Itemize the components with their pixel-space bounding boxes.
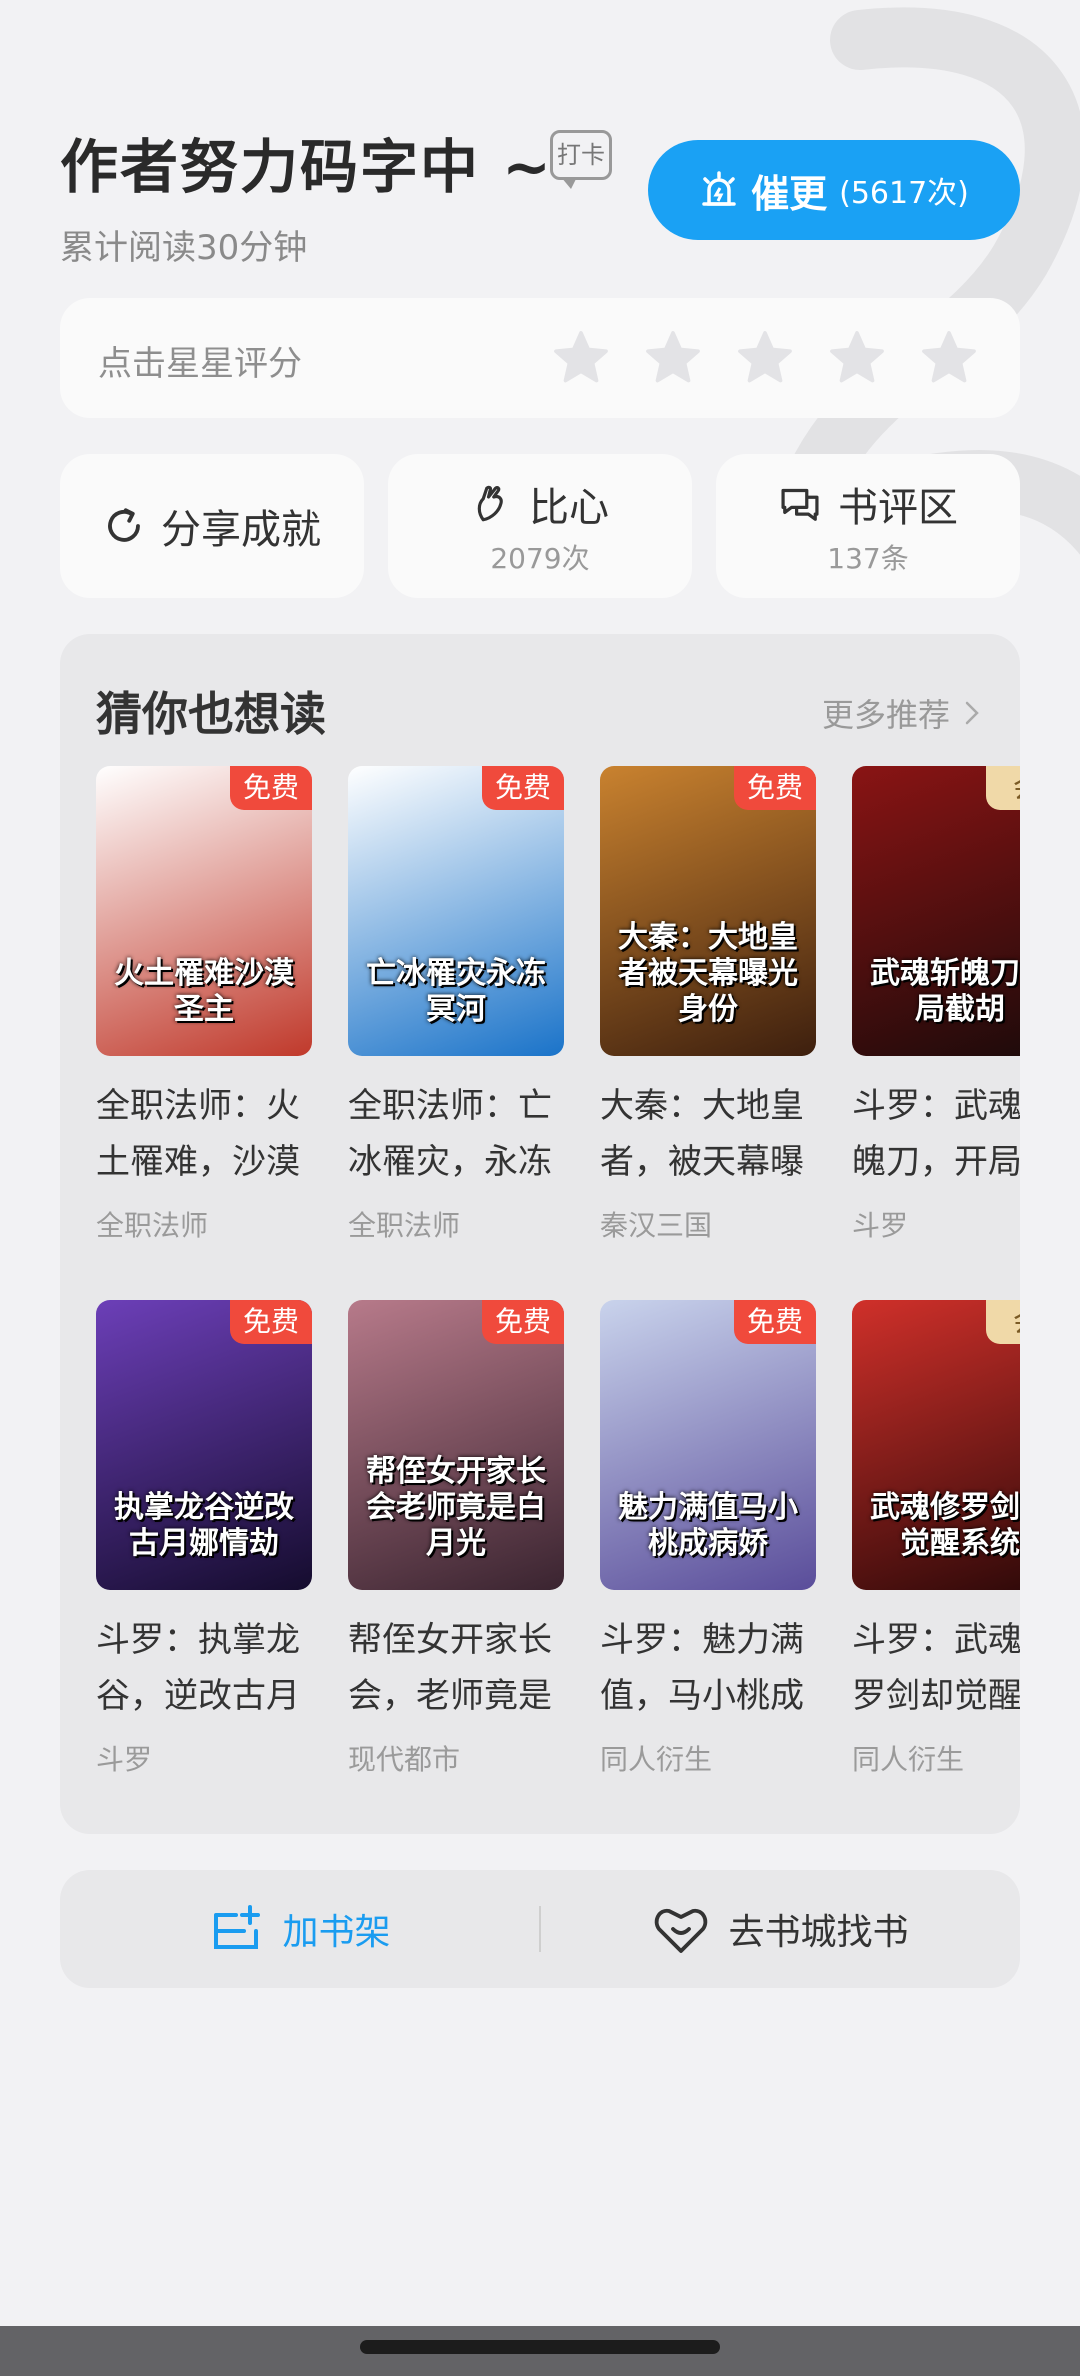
read-time-text: 累计阅读30分钟 — [60, 228, 308, 268]
member-badge: 会 — [986, 1300, 1020, 1344]
cover-title-art: 魅力满值马小桃成病娇 — [618, 1490, 798, 1561]
cover-title-art: 亡冰罹灾永冻冥河 — [366, 956, 546, 1027]
book-title: 全职法师：亡冰罹灾，永冻 — [348, 1086, 552, 1182]
book-title: 斗罗：魅力满值，马小桃成 — [600, 1620, 804, 1716]
page-title: 作者努力码字中 ~ — [60, 133, 553, 201]
book-cover: 武魂斩魄刀开局截胡 会 — [852, 766, 1020, 1056]
book-card[interactable]: 执掌龙谷逆改古月娜情劫 免费 斗罗：执掌龙谷，逆改古月 斗罗 — [96, 1300, 312, 1834]
book-cover: 帮侄女开家长会老师竟是白月光 免费 — [348, 1300, 564, 1590]
go-bookstore-label: 去书城找书 — [728, 1912, 909, 1953]
cover-title-art: 执掌龙谷逆改古月娜情劫 — [114, 1490, 294, 1561]
book-card[interactable]: 大秦：大地皇者被天幕曝光身份 免费 大秦：大地皇者，被天幕曝 秦汉三国 — [600, 766, 816, 1300]
star-icon-4[interactable] — [826, 328, 888, 388]
free-badge: 免费 — [230, 1300, 312, 1344]
book-category: 全职法师 — [96, 1209, 209, 1242]
checkin-tag[interactable]: 打卡 — [550, 130, 612, 189]
book-title: 斗罗：执掌龙谷，逆改古月 — [96, 1620, 300, 1716]
cover-title-art: 武魂修罗剑却觉醒系统 — [870, 1490, 1020, 1561]
member-badge: 会 — [986, 766, 1020, 810]
review-count: 137条 — [827, 542, 909, 575]
book-cover: 火土罹难沙漠圣主 免费 — [96, 766, 312, 1056]
star-rating — [550, 328, 980, 388]
book-category: 斗罗 — [96, 1743, 153, 1776]
book-title: 全职法师：火土罹难，沙漠 — [96, 1086, 300, 1182]
action-cards: 分享成就 比心 2079次 书评区 137条 — [60, 454, 1020, 598]
recommendation-title: 猜你也想读 — [96, 687, 326, 741]
book-row: 执掌龙谷逆改古月娜情劫 免费 斗罗：执掌龙谷，逆改古月 斗罗 帮侄女开家长会老师… — [96, 1300, 1020, 1834]
book-card[interactable]: 帮侄女开家长会老师竟是白月光 免费 帮侄女开家长会，老师竟是 现代都市 — [348, 1300, 564, 1834]
cover-title-art: 帮侄女开家长会老师竟是白月光 — [366, 1454, 546, 1561]
refresh-share-icon — [108, 508, 140, 542]
book-cover: 魅力满值马小桃成病娇 免费 — [600, 1300, 816, 1590]
review-area-button[interactable]: 书评区 137条 — [716, 454, 1020, 598]
add-shelf-icon — [214, 1905, 261, 1949]
star-icon-3[interactable] — [734, 328, 796, 388]
book-title: 帮侄女开家长会，老师竟是 — [348, 1620, 552, 1716]
star-icon-5[interactable] — [918, 328, 980, 388]
cover-title-art: 火土罹难沙漠圣主 — [114, 956, 294, 1027]
urge-count: (5617次) — [839, 176, 969, 211]
book-category: 秦汉三国 — [600, 1209, 713, 1242]
share-achievement-button[interactable]: 分享成就 — [60, 454, 364, 598]
book-card[interactable]: 火土罹难沙漠圣主 免费 全职法师：火土罹难，沙漠 全职法师 — [96, 766, 312, 1300]
book-category: 同人衍生 — [600, 1743, 713, 1776]
urge-label: 催更 — [751, 171, 828, 216]
heart-count: 2079次 — [490, 542, 590, 575]
book-card[interactable]: 亡冰罹灾永冻冥河 免费 全职法师：亡冰罹灾，永冻 全职法师 — [348, 766, 564, 1300]
book-card[interactable]: 武魂斩魄刀开局截胡 会 斗罗：武魂斩魄刀，开局 斗罗 — [852, 766, 1020, 1300]
book-category: 全职法师 — [348, 1209, 461, 1242]
bottom-action-bar: 加书架 去书城找书 — [60, 1870, 1020, 1988]
recommendation-section: 猜你也想读 更多推荐 火土罹难沙漠圣主 免费 全职法师：火土罹难，沙漠 全职法师… — [60, 634, 1020, 1834]
add-shelf-label: 加书架 — [282, 1912, 391, 1953]
book-cover: 亡冰罹灾永冻冥河 免费 — [348, 766, 564, 1056]
star-icon-1[interactable] — [550, 328, 612, 388]
book-card[interactable]: 武魂修罗剑却觉醒系统 会 斗罗：武魂修罗剑却觉醒 同人衍生 — [852, 1300, 1020, 1834]
free-badge: 免费 — [230, 766, 312, 810]
comment-icon — [781, 488, 819, 521]
chevron-right-icon — [965, 701, 979, 725]
book-cover: 执掌龙谷逆改古月娜情劫 免费 — [96, 1300, 312, 1590]
book-grid: 火土罹难沙漠圣主 免费 全职法师：火土罹难，沙漠 全职法师 亡冰罹灾永冻冥河 免… — [96, 766, 1020, 1834]
book-category: 同人衍生 — [852, 1743, 965, 1776]
more-recommend-link[interactable]: 更多推荐 — [822, 690, 980, 736]
book-title: 大秦：大地皇者，被天幕曝 — [600, 1086, 804, 1182]
free-badge: 免费 — [734, 766, 816, 810]
alarm-icon — [702, 171, 736, 206]
free-badge: 免费 — [482, 766, 564, 810]
book-row: 火土罹难沙漠圣主 免费 全职法师：火土罹难，沙漠 全职法师 亡冰罹灾永冻冥河 免… — [96, 766, 1020, 1300]
urge-update-button[interactable]: 催更 (5617次) — [648, 140, 1020, 240]
book-category: 现代都市 — [348, 1743, 461, 1776]
book-cover: 大秦：大地皇者被天幕曝光身份 免费 — [600, 766, 816, 1056]
free-badge: 免费 — [734, 1300, 816, 1344]
book-title: 斗罗：武魂修罗剑却觉醒 — [852, 1620, 1020, 1716]
free-badge: 免费 — [482, 1300, 564, 1344]
more-recommend-label: 更多推荐 — [821, 696, 950, 734]
add-to-shelf-button[interactable]: 加书架 — [60, 1903, 539, 1955]
book-card[interactable]: 魅力满值马小桃成病娇 免费 斗罗：魅力满值，马小桃成 同人衍生 — [600, 1300, 816, 1834]
book-cover: 武魂修罗剑却觉醒系统 会 — [852, 1300, 1020, 1590]
book-title: 斗罗：武魂斩魄刀，开局 — [852, 1086, 1020, 1182]
cover-title-art: 大秦：大地皇者被天幕曝光身份 — [618, 920, 798, 1027]
heart-label: 比心 — [529, 485, 609, 531]
home-indicator[interactable] — [360, 2340, 720, 2354]
heart-button[interactable]: 比心 2079次 — [388, 454, 692, 598]
rating-card: 点击星星评分 — [60, 298, 1020, 418]
review-label: 书评区 — [838, 485, 958, 531]
book-category: 斗罗 — [852, 1209, 909, 1242]
rating-label: 点击星星评分 — [98, 344, 302, 384]
cover-title-art: 武魂斩魄刀开局截胡 — [870, 956, 1020, 1027]
finger-heart-icon — [477, 485, 503, 522]
star-icon-2[interactable] — [642, 328, 704, 388]
bookstore-heart-icon — [655, 1908, 708, 1953]
share-label: 分享成就 — [161, 507, 321, 553]
go-bookstore-button[interactable]: 去书城找书 — [541, 1903, 1020, 1955]
header: 作者努力码字中 ~ 打卡 累计阅读30分钟 催更 (5617次) — [60, 110, 1020, 270]
